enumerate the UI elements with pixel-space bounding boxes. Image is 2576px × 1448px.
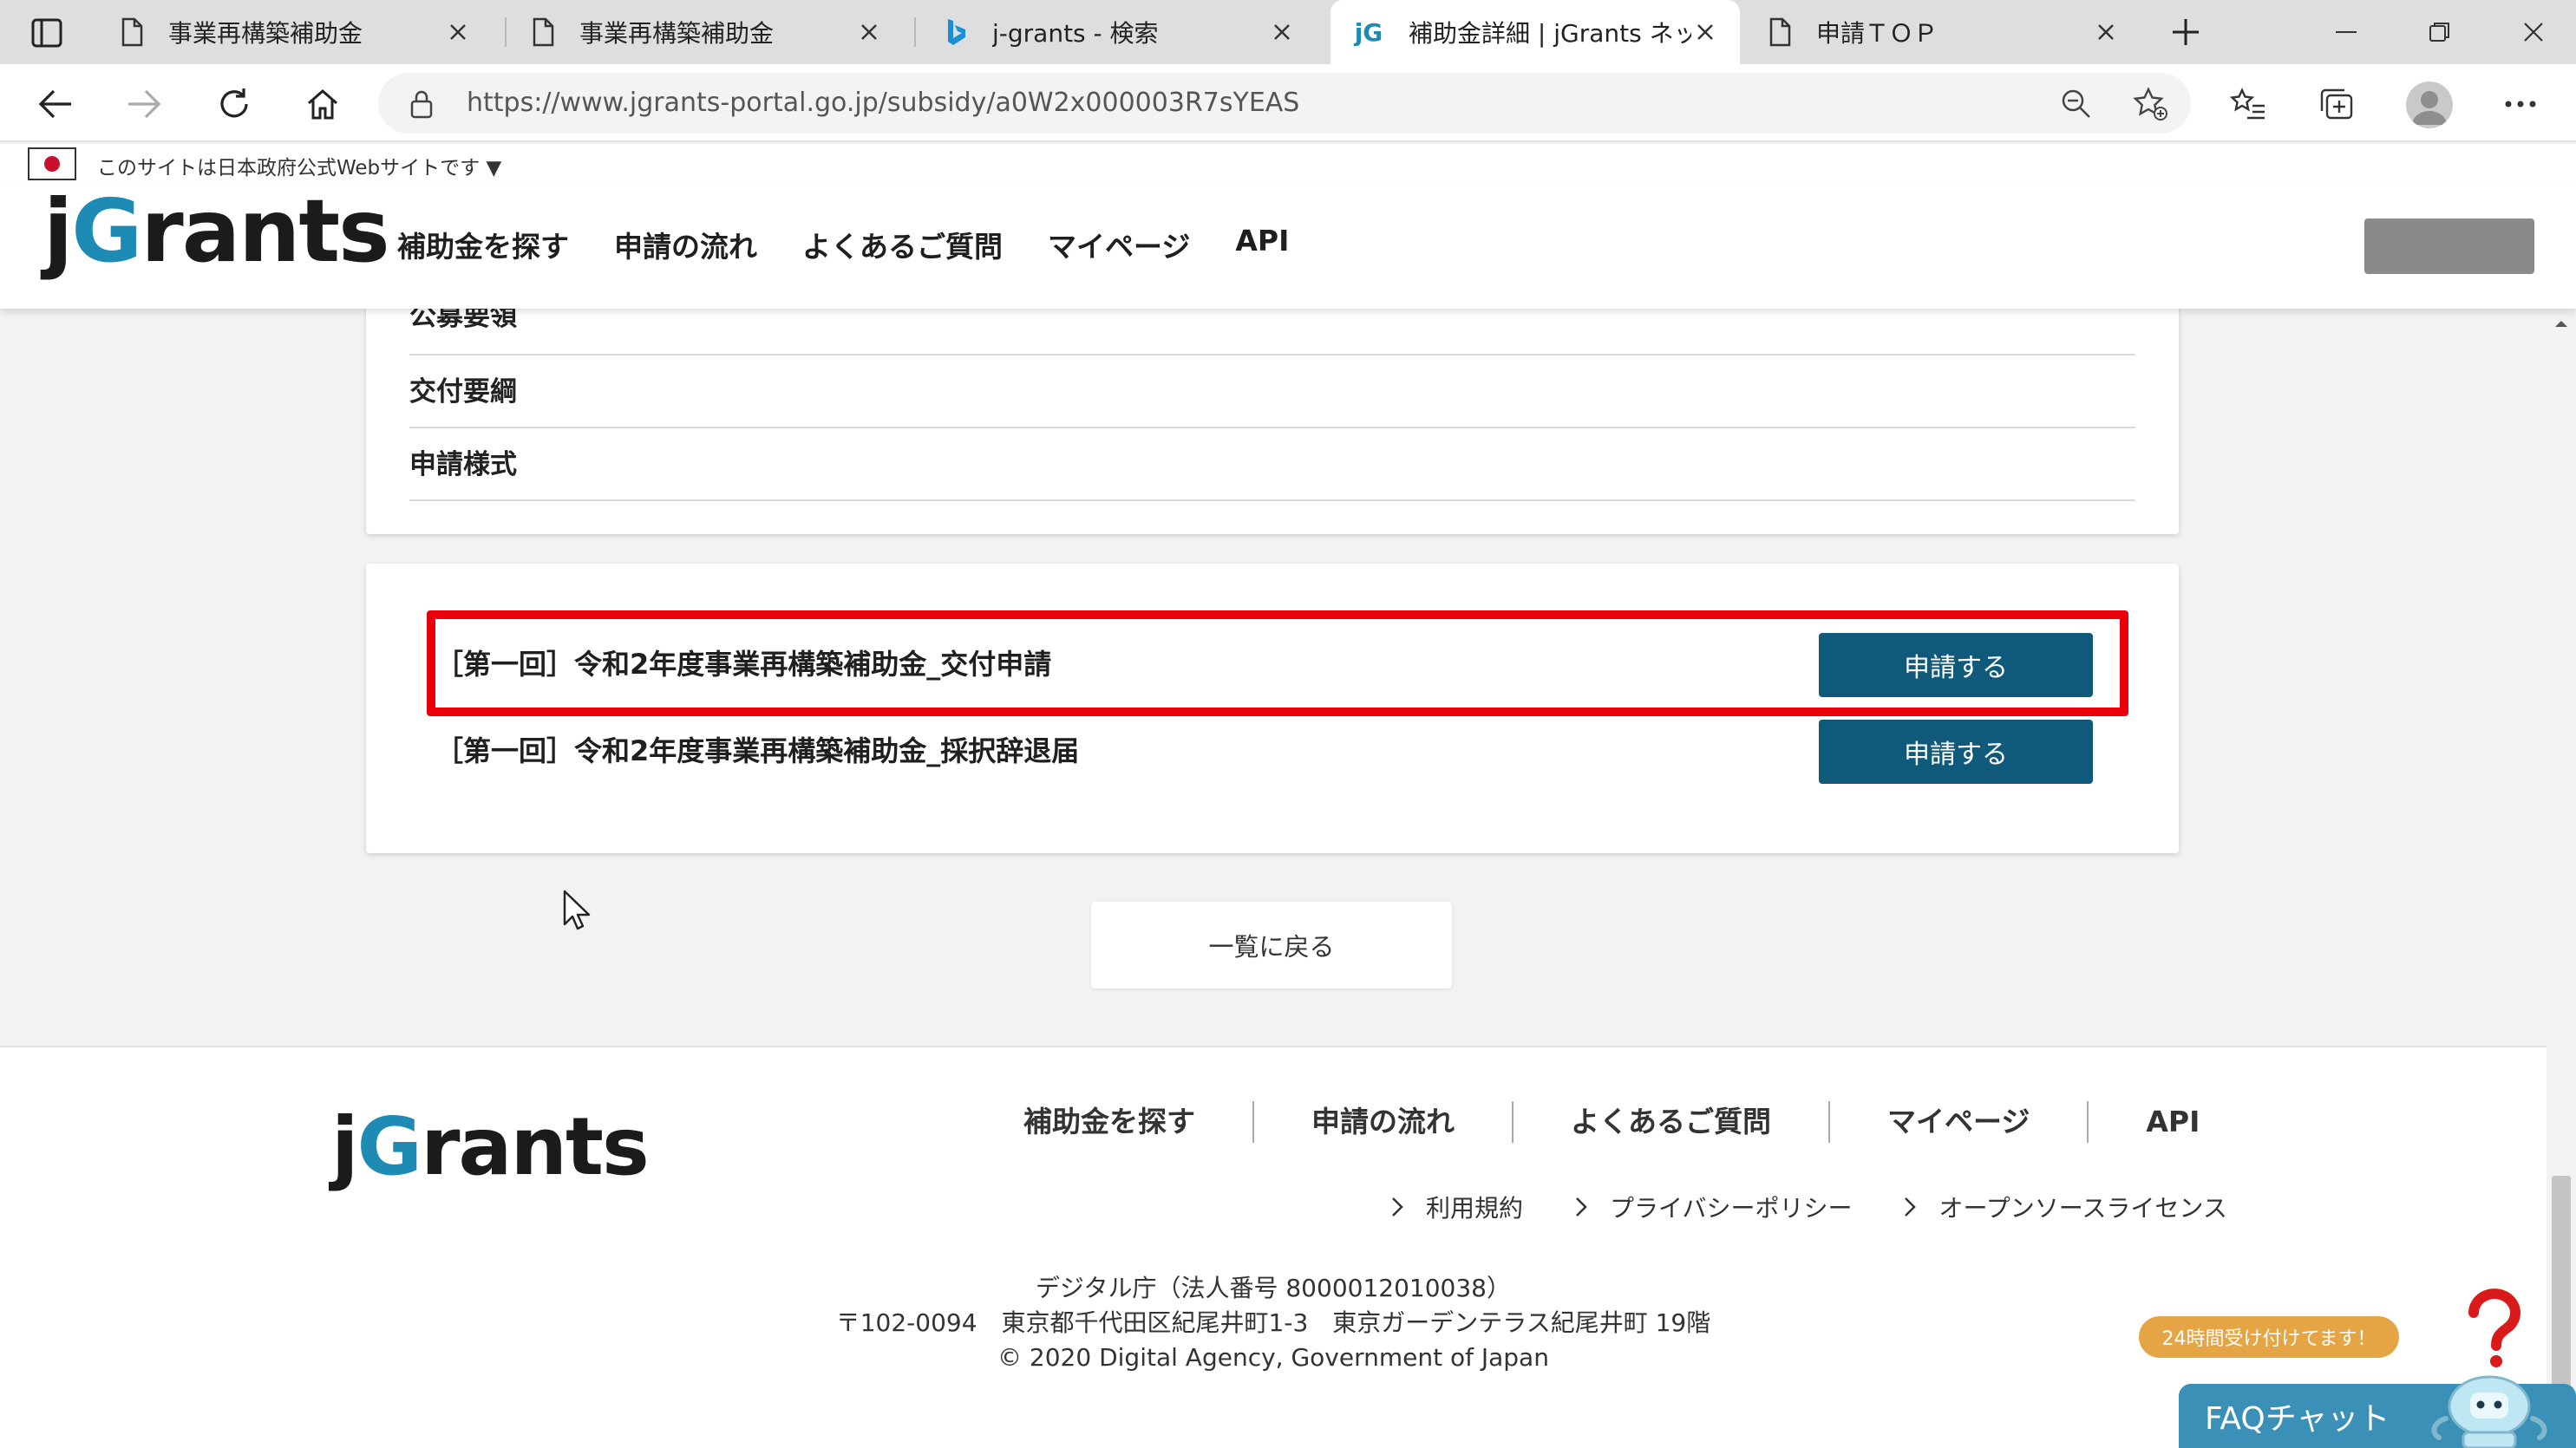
browser-tab-3[interactable]: j-grants - 検索 [921,0,1317,64]
close-icon[interactable] [2092,18,2120,46]
logo-letter-j: j [331,1100,359,1193]
forward-arrow-icon[interactable] [118,78,170,130]
footer-nav-mypage[interactable]: マイページ [1828,1101,2087,1143]
footer-jgrants-logo[interactable]: jGrants [331,1099,650,1195]
site-footer: jGrants 補助金を探す 申請の流れ よくあるご質問 マイページ API 利… [0,1046,2547,1448]
refresh-icon[interactable] [208,78,260,130]
nav-search-subsidy[interactable]: 補助金を探す [397,224,569,265]
japan-flag-icon [28,147,76,180]
close-icon[interactable] [444,18,472,46]
footer-links: 利用規約 プライバシーポリシー オープンソースライセンス [1391,1190,2227,1224]
document-row-application-forms[interactable]: 申請様式 [409,428,2135,501]
tab-divider [505,17,507,47]
footer-nav-api[interactable]: API [2087,1101,2257,1143]
restore-icon[interactable] [2409,9,2470,55]
chat-mascot-icon[interactable] [2429,1288,2567,1448]
footer-link-label[interactable]: オープンソースライセンス [1939,1190,2226,1224]
back-arrow-icon[interactable] [29,78,82,130]
home-icon[interactable] [297,78,349,130]
jgrants-logo[interactable]: jGrants [43,184,390,279]
more-options-icon[interactable] [2494,78,2547,130]
tab-title: 補助金詳細 | jGrants ネット [1409,19,1691,48]
gov-banner-text[interactable]: このサイトは日本政府公式Webサイトです ▼ [97,151,501,180]
favorites-icon[interactable] [2222,78,2274,130]
browser-tab-1[interactable]: 事業再構築補助金 [97,0,493,64]
chevron-right-icon [1392,1197,1403,1216]
browser-tab-2[interactable]: 事業再構築補助金 [508,0,904,64]
browser-tab-5[interactable]: 申請ＴＯＰ [1745,0,2141,64]
logo-letter-g: G [356,1100,423,1193]
lock-icon[interactable] [404,87,439,121]
close-icon[interactable] [1691,18,1719,46]
footer-nav-application-flow[interactable]: 申請の流れ [1252,1101,1512,1143]
jgrants-favicon-icon: jG [1354,17,1383,47]
document-row-grant-rules[interactable]: 交付要綱 [409,355,2135,428]
page-icon [529,16,557,49]
footer-link-label[interactable]: プライバシーポリシー [1610,1190,1852,1224]
page-icon [118,16,146,49]
footer-link-oss-license[interactable]: オープンソースライセンス [1904,1190,2227,1224]
page-scrollbar[interactable] [2547,309,2576,1448]
tab-title: j-grants - 検索 [992,19,1159,48]
logo-letter-j: j [43,180,73,282]
close-icon[interactable] [855,18,883,46]
tab-title: 申請ＴＯＰ [1816,19,1939,48]
footer-nav-faq[interactable]: よくあるご質問 [1512,1101,1828,1143]
minimize-icon[interactable] [2316,9,2377,55]
footer-link-privacy[interactable]: プライバシーポリシー [1575,1190,1852,1224]
page-icon [1766,16,1794,49]
browser-toolbar: https://www.jgrants-portal.go.jp/subsidy… [0,64,2576,142]
footer-org: デジタル庁（法人番号 8000012010038） [1036,1274,1511,1302]
chat-availability-bubble[interactable]: 24時間受け付けてます！ [2139,1316,2399,1358]
nav-mypage[interactable]: マイページ [1048,224,1190,265]
faq-chat-label[interactable]: FAQチャット [2205,1393,2390,1438]
scroll-up-arrow-icon[interactable] [2553,316,2569,331]
tab-divider [914,17,916,47]
chevron-right-icon [1905,1197,1917,1216]
back-to-list-button[interactable]: 一覧に戻る [1091,902,1452,988]
browser-tab-4-active[interactable]: jG 補助金詳細 | jGrants ネット [1330,0,1740,64]
add-favorite-icon[interactable] [2130,83,2172,125]
footer-link-label[interactable]: 利用規約 [1426,1190,1523,1224]
bing-icon [942,16,970,49]
document-label[interactable]: 交付要綱 [409,376,517,408]
login-button[interactable] [2364,219,2534,274]
new-tab-plus-icon[interactable] [2161,10,2210,54]
application-row-decline: ［第一回］令和2年度事業再構築補助金_採択辞退届 申請する [435,716,2093,786]
tab-actions-icon[interactable] [21,14,73,52]
collections-icon[interactable] [2311,78,2363,130]
nav-api[interactable]: API [1235,224,1289,265]
window-close-icon[interactable] [2503,9,2564,55]
profile-avatar[interactable] [2406,82,2453,128]
browser-tab-bar: 事業再構築補助金 事業再構築補助金 j-grants - 検索 jG 補助金詳細… [0,0,2576,64]
document-label[interactable]: 申請様式 [409,449,517,480]
logo-rest: rants [421,1100,650,1193]
tab-title: 事業再構築補助金 [168,19,363,48]
nav-application-flow[interactable]: 申請の流れ [614,224,757,265]
footer-link-terms[interactable]: 利用規約 [1391,1190,1523,1224]
tab-title: 事業再構築補助金 [579,19,775,48]
nav-faq[interactable]: よくあるご質問 [802,224,1003,265]
chevron-right-icon [1576,1197,1587,1216]
mouse-cursor-icon [562,890,593,931]
gov-official-banner[interactable]: このサイトは日本政府公式Webサイトです ▼ [0,144,2576,184]
site-header: jGrants 補助金を探す 申請の流れ よくあるご質問 マイページ API [0,184,2576,309]
logo-rest: rants [141,180,389,282]
footer-nav-search-subsidy[interactable]: 補助金を探す [1023,1101,1252,1143]
footer-nav: 補助金を探す 申請の流れ よくあるご質問 マイページ API [1023,1101,2257,1143]
main-nav: 補助金を探す 申請の流れ よくあるご質問 マイページ API [397,224,1289,265]
apply-button-decline[interactable]: 申請する [1819,720,2093,784]
application-label: ［第一回］令和2年度事業再構築補助金_採択辞退届 [435,734,1080,767]
close-icon[interactable] [1268,18,1296,46]
logo-letter-g: G [71,180,142,282]
url-text[interactable]: https://www.jgrants-portal.go.jp/subsidy… [467,73,1299,134]
address-bar[interactable]: https://www.jgrants-portal.go.jp/subsidy… [378,73,2191,134]
zoom-out-icon[interactable] [2057,85,2095,123]
highlight-annotation-box [427,610,2128,716]
